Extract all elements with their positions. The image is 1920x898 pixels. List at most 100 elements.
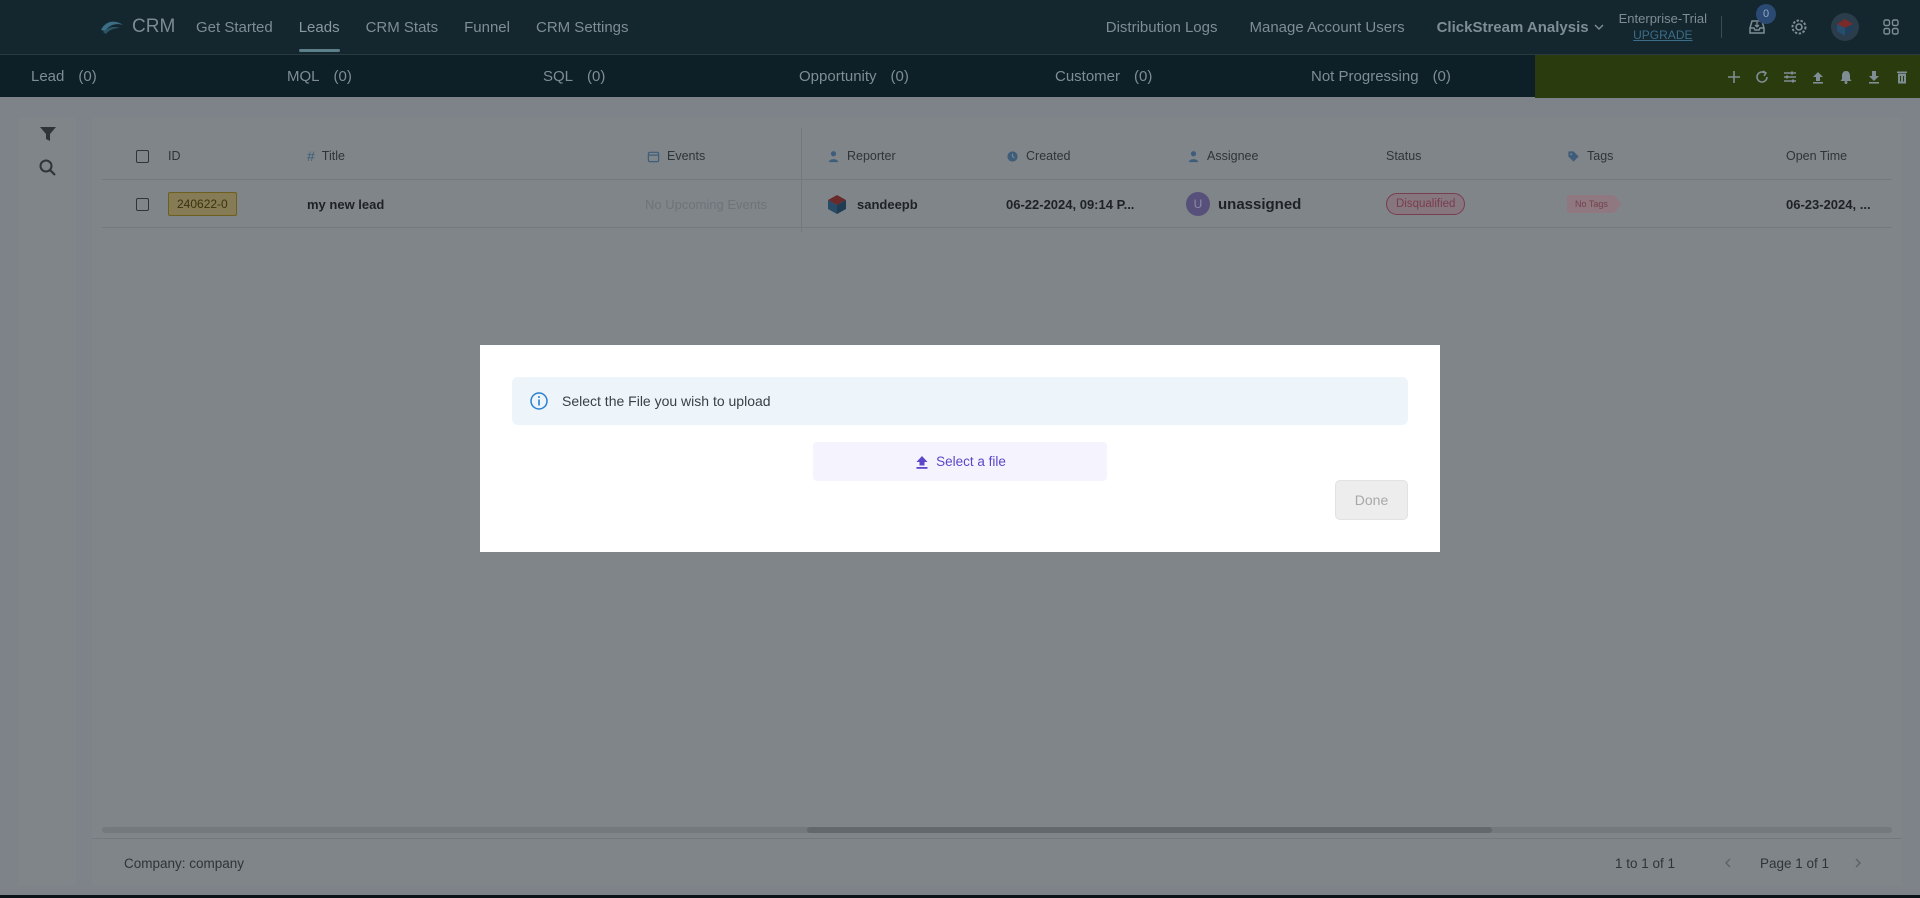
- distribution-logs-link[interactable]: Distribution Logs: [1090, 19, 1234, 36]
- column-header-assignee[interactable]: Assignee: [1187, 132, 1258, 180]
- download-icon[interactable]: [1866, 69, 1882, 85]
- upload-icon: [916, 455, 928, 469]
- created-date: 06-22-2024, 09:14 P...: [1006, 196, 1135, 212]
- open-time: 06-23-2024, ...: [1786, 196, 1871, 212]
- stage-label: MQL: [287, 68, 320, 85]
- table-row[interactable]: 240622-0 my new lead No Upcoming Events …: [102, 180, 1892, 228]
- status-badge: Disqualified: [1386, 193, 1466, 215]
- project-selector[interactable]: ClickStream Analysis: [1421, 19, 1593, 36]
- cell-created: 06-22-2024, 09:14 P...: [1006, 180, 1134, 228]
- column-header-title[interactable]: # Title: [307, 132, 345, 180]
- filter-icon[interactable]: [38, 124, 58, 144]
- lead-id-badge[interactable]: 240622-0: [168, 192, 237, 216]
- cell-title[interactable]: my new lead: [307, 180, 384, 228]
- horizontal-scrollbar[interactable]: [102, 827, 1892, 833]
- column-header-label: Reporter: [847, 149, 896, 163]
- stage-customer[interactable]: Customer (0): [1055, 55, 1152, 98]
- stage-not-progressing[interactable]: Not Progressing (0): [1311, 55, 1451, 98]
- scrollbar-thumb[interactable]: [807, 827, 1492, 833]
- cell-reporter: sandeepb: [825, 180, 918, 228]
- stage-lead[interactable]: Lead (0): [31, 55, 97, 98]
- nav-leads[interactable]: Leads: [286, 0, 353, 54]
- info-icon: [530, 392, 548, 410]
- stage-mql[interactable]: MQL (0): [287, 55, 352, 98]
- chevron-right-icon: [1855, 858, 1861, 868]
- cell-tags[interactable]: No Tags: [1567, 180, 1622, 228]
- assignee-avatar: U: [1186, 192, 1210, 216]
- column-header-id[interactable]: ID: [168, 132, 181, 180]
- row-select-cell: [136, 180, 149, 228]
- stage-label: SQL: [543, 68, 574, 85]
- cell-assignee[interactable]: U unassigned: [1186, 180, 1301, 228]
- search-icon[interactable]: [38, 158, 58, 178]
- delete-icon[interactable]: [1894, 69, 1910, 85]
- upload-icon[interactable]: [1810, 69, 1826, 85]
- nav-get-started[interactable]: Get Started: [183, 0, 286, 54]
- select-all-checkbox[interactable]: [136, 149, 149, 163]
- stage-label: Customer: [1055, 68, 1121, 85]
- table-toolbar: [1535, 55, 1920, 98]
- next-page-button[interactable]: [1853, 839, 1863, 887]
- upload-file-dialog: Select the File you wish to upload Selec…: [480, 345, 1440, 552]
- column-header-reporter[interactable]: Reporter: [827, 132, 896, 180]
- stage-count: (0): [1134, 68, 1153, 85]
- stage-bar: Lead (0) MQL (0) SQL (0) Opportunity (0)…: [0, 54, 1920, 98]
- stage-count: (0): [333, 68, 352, 85]
- person-icon: [828, 150, 839, 162]
- table-footer: Company: company 1 to 1 of 1 Page 1 of 1: [92, 838, 1902, 886]
- column-header-label: Open Time: [1786, 149, 1848, 163]
- column-header-label: Events: [667, 149, 706, 163]
- clock-icon: [1007, 150, 1018, 162]
- column-header-label: Created: [1026, 149, 1071, 163]
- nav-crm-settings[interactable]: CRM Settings: [523, 0, 642, 54]
- settings-button[interactable]: [1788, 16, 1810, 38]
- apps-button[interactable]: [1880, 16, 1902, 38]
- tag-icon: [1568, 150, 1579, 162]
- done-button[interactable]: Done: [1335, 480, 1408, 520]
- tag-badge: No Tags: [1567, 195, 1622, 213]
- page-indicator: Page 1 of 1: [1760, 855, 1830, 871]
- column-header-label: Assignee: [1207, 149, 1259, 163]
- top-navbar: CRM Get Started Leads CRM Stats Funnel C…: [0, 0, 1920, 54]
- column-header-label: Title: [321, 149, 345, 163]
- cell-id: 240622-0: [168, 180, 237, 228]
- stage-count: (0): [78, 68, 97, 85]
- app-brand[interactable]: CRM: [100, 0, 175, 54]
- chevron-left-icon: [1725, 858, 1731, 868]
- plan-name: Enterprise-Trial: [1618, 11, 1707, 26]
- hash-icon: #: [307, 148, 315, 164]
- stage-opportunity[interactable]: Opportunity (0): [799, 55, 909, 98]
- chevron-down-icon[interactable]: [1593, 21, 1605, 33]
- stage-label: Not Progressing: [1311, 68, 1419, 85]
- column-header-tags[interactable]: Tags: [1567, 132, 1613, 180]
- assignee-name: unassigned: [1218, 195, 1302, 213]
- upgrade-link[interactable]: UPGRADE: [1633, 27, 1692, 43]
- nav-divider: [1721, 16, 1722, 38]
- stage-sql[interactable]: SQL (0): [543, 55, 605, 98]
- user-avatar[interactable]: [1830, 12, 1860, 42]
- column-header-open-time[interactable]: Open Time: [1786, 132, 1847, 180]
- nav-crm-stats[interactable]: CRM Stats: [353, 0, 452, 54]
- prev-page-button[interactable]: [1723, 839, 1733, 887]
- inbox-button[interactable]: 0: [1746, 4, 1776, 38]
- row-checkbox[interactable]: [136, 197, 149, 211]
- bell-icon[interactable]: [1838, 69, 1854, 85]
- stage-count: (0): [890, 68, 909, 85]
- refresh-icon[interactable]: [1754, 69, 1770, 85]
- cell-status[interactable]: Disqualified: [1386, 180, 1466, 228]
- manage-account-users-link[interactable]: Manage Account Users: [1234, 19, 1421, 36]
- column-header-status[interactable]: Status: [1386, 132, 1421, 180]
- apps-grid-icon: [1883, 19, 1899, 35]
- right-nav: Distribution Logs Manage Account Users C…: [1090, 0, 1920, 54]
- person-icon: [1188, 150, 1199, 162]
- select-file-button[interactable]: Select a file: [813, 442, 1107, 481]
- nav-funnel[interactable]: Funnel: [451, 0, 523, 54]
- column-header-label: Status: [1386, 149, 1422, 163]
- column-header-created[interactable]: Created: [1006, 132, 1070, 180]
- column-header-events[interactable]: Events: [647, 132, 705, 180]
- stage-count: (0): [1432, 68, 1451, 85]
- avatar-logo-icon: [1831, 13, 1859, 41]
- column-settings-icon[interactable]: [1782, 69, 1798, 85]
- calendar-icon: [647, 151, 660, 162]
- add-icon[interactable]: [1726, 69, 1742, 85]
